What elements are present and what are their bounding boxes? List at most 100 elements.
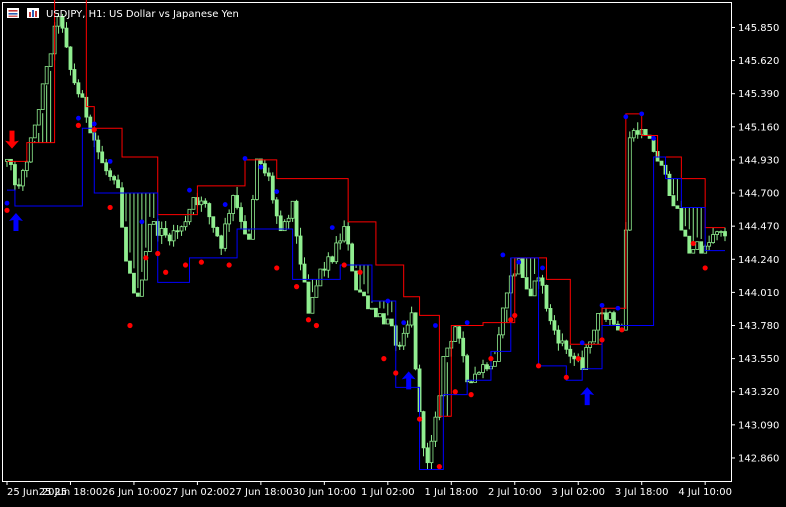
support-dot [579, 340, 585, 346]
resistance-dot [182, 262, 189, 268]
x-tick-label: 4 Jul 10:00 [678, 487, 732, 498]
candle-body [441, 356, 446, 397]
candle-body [179, 226, 184, 232]
resistance-dot [143, 255, 149, 261]
y-tick-label: 145.620 [738, 56, 779, 67]
support-dot [107, 158, 113, 164]
y-tick-label: 144.700 [738, 189, 779, 200]
candle-body [425, 447, 430, 464]
candle-body [215, 227, 220, 237]
candle-body [723, 231, 727, 237]
candle-body [128, 260, 132, 274]
candle-body [286, 217, 291, 223]
candle-body [219, 235, 224, 249]
candle-body [88, 116, 93, 134]
buy-arrow-icon [401, 371, 416, 390]
candle-body [310, 296, 315, 314]
candle-body [362, 291, 366, 297]
price-chart[interactable]: 145.850 145.620 145.390 145.160 144.930 144.7… [0, 0, 786, 503]
candles-layer [5, 12, 727, 470]
chart-window-icon [7, 8, 19, 18]
resistance-dot [226, 262, 232, 268]
candle-body [28, 137, 33, 163]
buy-arrow-icon [580, 387, 595, 406]
chart-header: USDJPY, H1: US Dollar vs Japanese Yen [7, 8, 239, 20]
candle-body [473, 373, 477, 383]
candle-body [116, 179, 120, 189]
resistance-dot [393, 370, 399, 376]
candle-body [421, 411, 426, 449]
candle-body [64, 27, 69, 48]
candle-body [203, 200, 208, 204]
time-axis[interactable]: 25 Jun 202525 Jun 18:00 26 Jun 10:00 27 Ju… [6, 481, 732, 498]
candle-body [211, 216, 216, 228]
candle-body [207, 203, 212, 218]
candle-body [627, 137, 632, 231]
candle-body [457, 326, 462, 339]
candle-body [76, 82, 81, 95]
candle-body [255, 158, 259, 200]
resistance-dot [305, 317, 312, 323]
candle-body [683, 229, 688, 237]
y-tick-label: 142.860 [738, 453, 779, 464]
resistance-dot [599, 337, 605, 343]
chart-type-icon [27, 8, 39, 18]
x-tick-label: 30 Jun 10:00 [293, 487, 357, 498]
x-tick-label: 1 Jul 18:00 [424, 487, 478, 498]
candle-body [481, 364, 485, 373]
candle-body [413, 312, 418, 370]
candle-body [643, 129, 648, 136]
resistance-dot [535, 363, 542, 369]
candle-body [350, 243, 355, 272]
candle-body [338, 240, 343, 244]
candle-body [199, 200, 204, 206]
candle-body [405, 324, 410, 334]
resistance-dot [357, 269, 363, 275]
x-tick-label: 3 Jul 02:00 [551, 487, 605, 498]
support-dot [222, 202, 228, 207]
chart-window[interactable]: 145.850 145.620 145.390 145.160 144.930 144.7… [0, 0, 786, 503]
candle-body [564, 340, 569, 350]
x-tick-label: 27 Jun 18:00 [229, 487, 293, 498]
support-dot [401, 320, 407, 326]
y-tick-label: 144.470 [738, 222, 779, 233]
candle-body [13, 164, 17, 186]
candle-body [187, 208, 192, 223]
y-tick-label: 145.850 [738, 23, 779, 34]
candle-body [72, 69, 77, 84]
resistance-dot [702, 265, 708, 271]
chart-title: USDJPY, H1: US Dollar vs Japanese Yen [46, 9, 239, 20]
candle-body [80, 93, 85, 98]
support-dot [242, 156, 248, 161]
candle-body [397, 344, 402, 347]
candle-body [469, 381, 474, 384]
candle-body [635, 130, 640, 135]
candle-body [159, 228, 164, 236]
y-tick-label: 143.320 [738, 387, 779, 398]
candle-body [707, 242, 712, 247]
candle-body [572, 355, 577, 360]
candle-body [699, 241, 704, 254]
candle-body [262, 163, 267, 174]
resistance-dot [107, 204, 113, 211]
candle-body [596, 313, 600, 331]
candle-body [9, 158, 13, 165]
y-tick-label: 144.240 [738, 255, 779, 266]
candle-body [354, 270, 358, 291]
resistance-dot [75, 122, 82, 128]
support-dot [76, 115, 81, 121]
candle-body [608, 312, 612, 320]
resistance-dot [575, 356, 581, 362]
candle-body [556, 329, 561, 344]
candle-body [223, 223, 228, 249]
x-tick-label: 3 Jul 18:00 [615, 487, 669, 498]
candle-body [453, 326, 458, 342]
candle-body [366, 295, 370, 310]
support-dot [599, 302, 605, 308]
resistance-dot [468, 392, 474, 398]
price-axis[interactable]: 145.850 145.620 145.390 145.160 144.930 144.7… [731, 23, 779, 464]
candle-body [318, 268, 323, 287]
candle-body [175, 230, 180, 233]
candle-body [540, 277, 545, 286]
y-tick-label: 144.010 [738, 288, 779, 299]
